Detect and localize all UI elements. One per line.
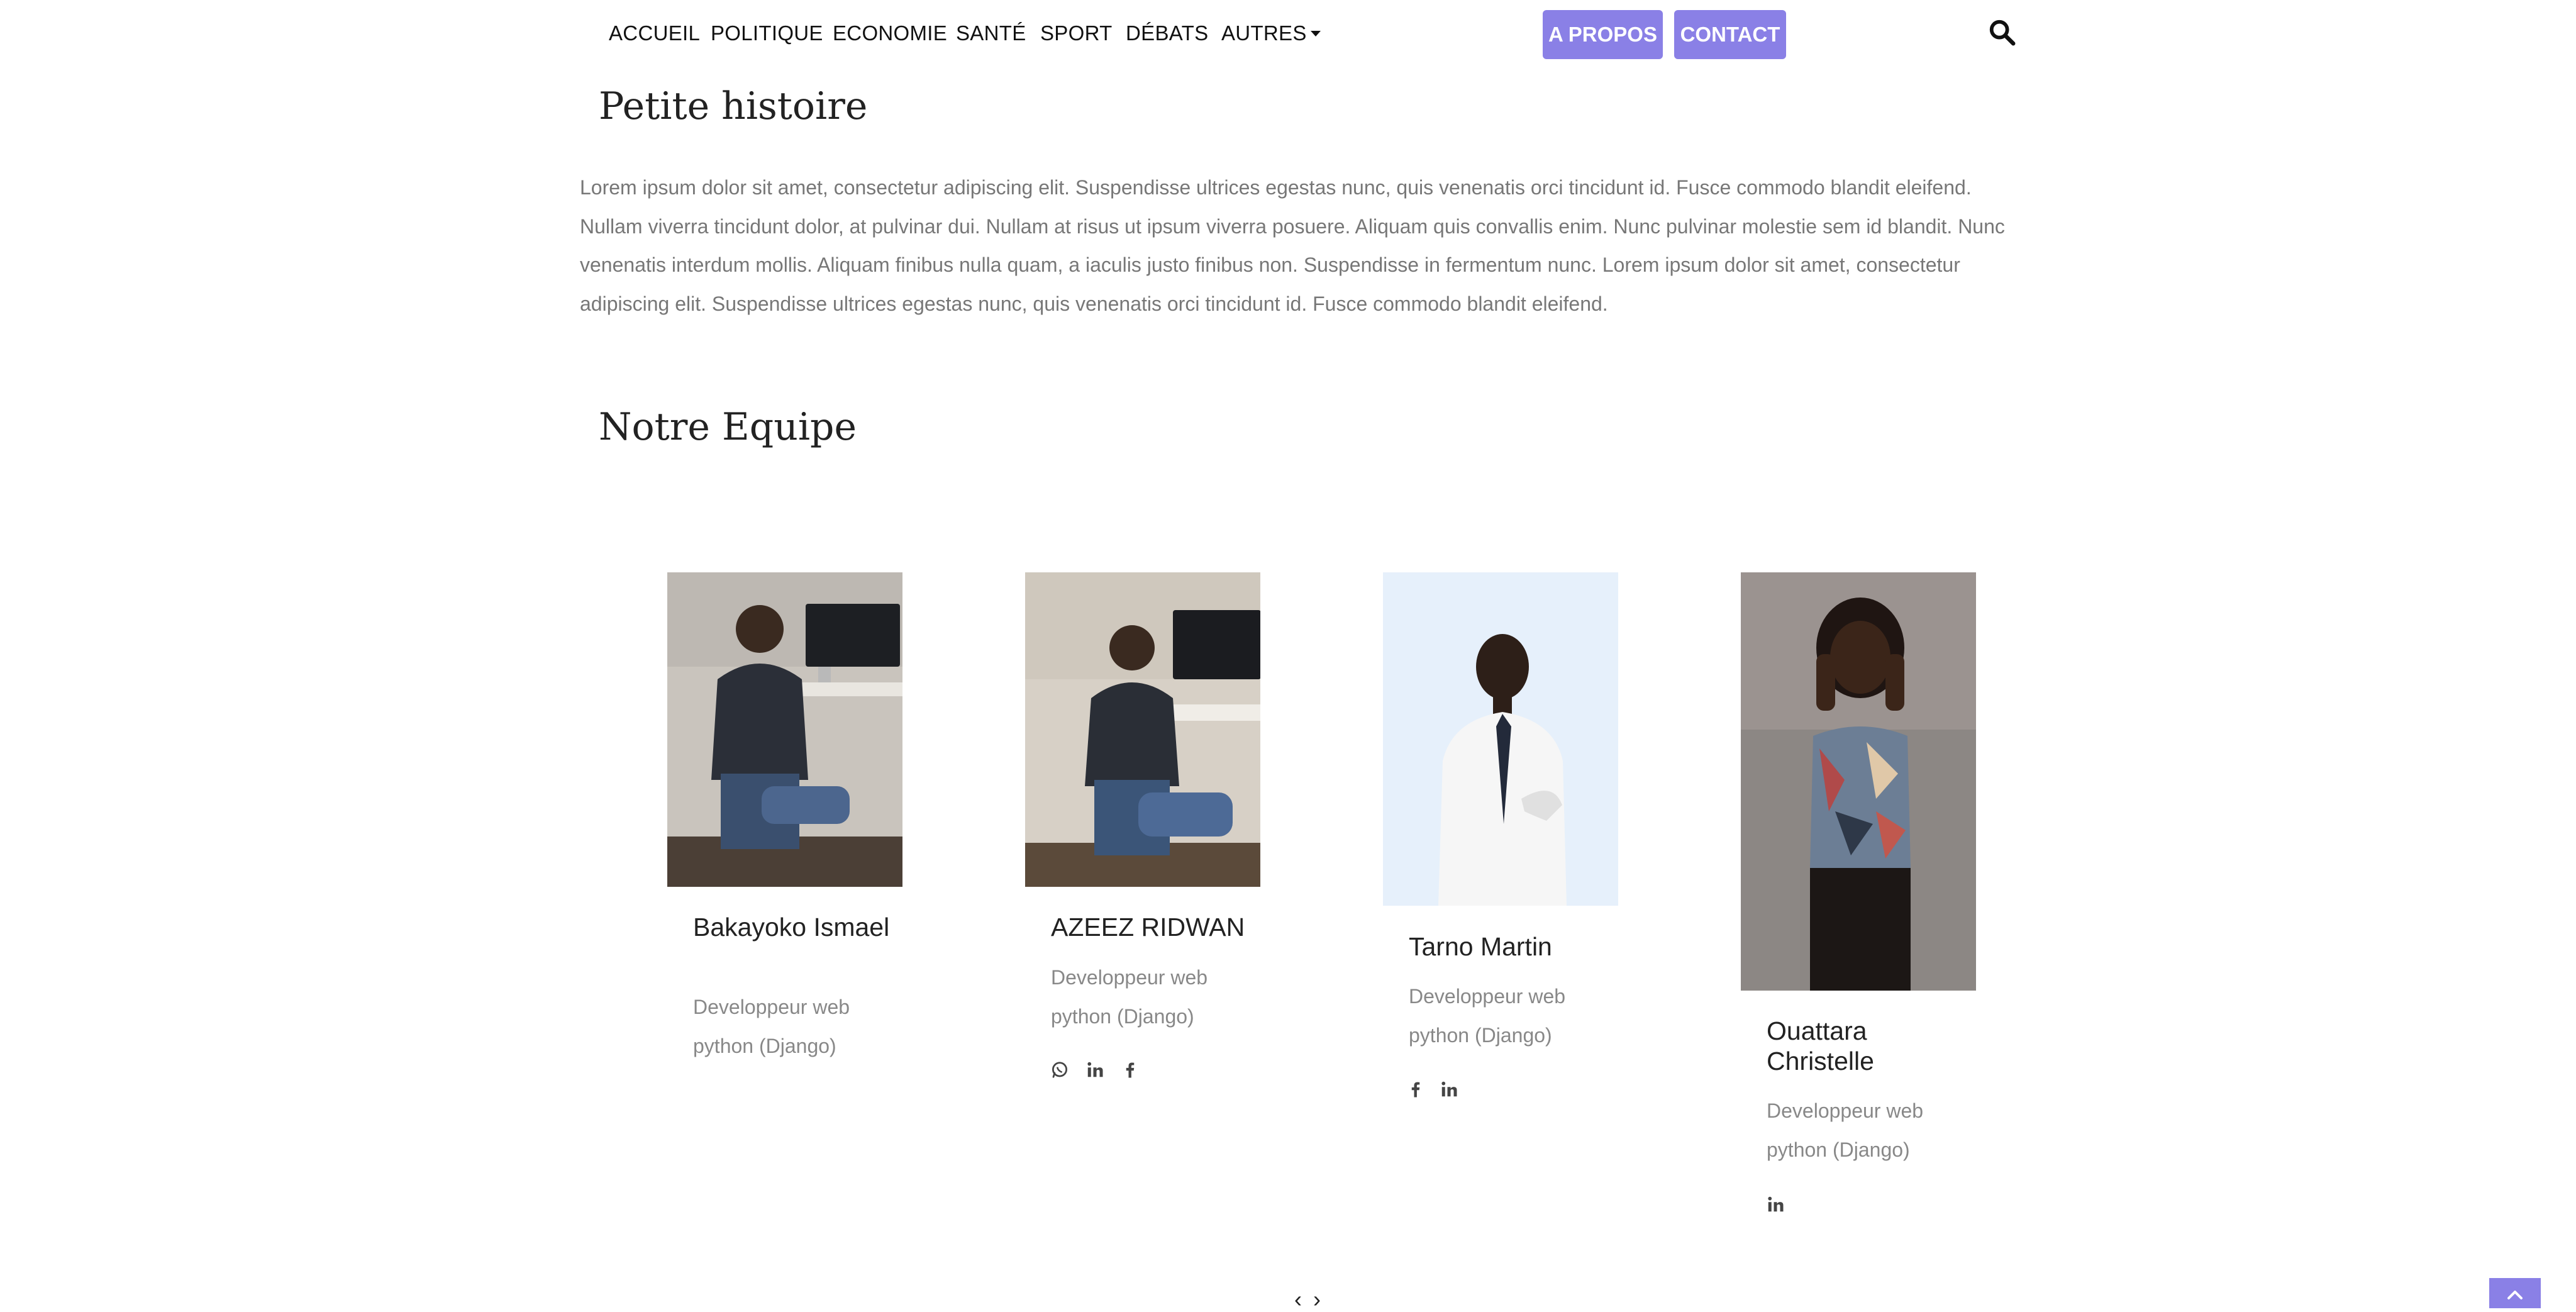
linkedin-icon[interactable]: [1440, 1080, 1458, 1099]
member-photo: [1025, 572, 1260, 887]
carousel-next-button[interactable]: ›: [1313, 1288, 1321, 1311]
history-text: Lorem ipsum dolor sit amet, consectetur …: [580, 176, 2005, 315]
carousel-prev-button[interactable]: ‹: [1294, 1288, 1302, 1311]
caret-down-icon: [1310, 31, 1321, 36]
nav-dropdown-label: AUTRES: [1221, 21, 1307, 45]
member-photo: [1741, 572, 1976, 991]
member-role: Developpeur web python (Django): [693, 996, 850, 1057]
member-name: AZEEZ RIDWAN: [1051, 913, 1245, 942]
member-name: Ouattara Christelle: [1767, 1016, 1874, 1076]
member-role: Developpeur web python (Django): [1767, 1099, 1924, 1161]
contact-button[interactable]: CONTACT: [1674, 10, 1786, 59]
facebook-icon[interactable]: [1121, 1060, 1140, 1079]
linkedin-icon[interactable]: [1766, 1195, 1785, 1214]
top-navbar: ACCUEIL POLITIQUE ECONOMIE SANTÉ SPORT D…: [0, 0, 2576, 67]
nav-link-sante[interactable]: SANTÉ: [956, 21, 1026, 45]
nav-link-sport[interactable]: SPORT: [1040, 21, 1113, 45]
team-title: Notre Equipe: [599, 405, 857, 449]
whatsapp-icon[interactable]: [1050, 1060, 1069, 1079]
back-to-top-button[interactable]: [2489, 1278, 2541, 1308]
member-role: Developpeur web python (Django): [1051, 966, 1208, 1028]
nav-link-debats[interactable]: DÉBATS: [1126, 21, 1208, 45]
linkedin-icon[interactable]: [1085, 1060, 1104, 1079]
facebook-icon[interactable]: [1406, 1080, 1425, 1099]
nav-link-politique[interactable]: POLITIQUE: [711, 21, 823, 45]
nav-link-economie[interactable]: ECONOMIE: [833, 21, 947, 45]
chevron-up-icon: [2507, 1291, 2523, 1299]
history-title: Petite histoire: [599, 84, 868, 128]
member-role: Developpeur web python (Django): [1409, 985, 1566, 1047]
nav-dropdown-autres[interactable]: AUTRES: [1221, 21, 1321, 45]
member-name: Bakayoko Ismael: [693, 913, 890, 942]
member-photo: [1383, 572, 1618, 906]
about-button[interactable]: A PROPOS: [1543, 10, 1663, 59]
member-name: Tarno Martin: [1409, 932, 1552, 961]
member-photo: [667, 572, 902, 887]
search-icon[interactable]: [1987, 18, 2016, 47]
nav-link-accueil[interactable]: ACCUEIL: [609, 21, 700, 45]
